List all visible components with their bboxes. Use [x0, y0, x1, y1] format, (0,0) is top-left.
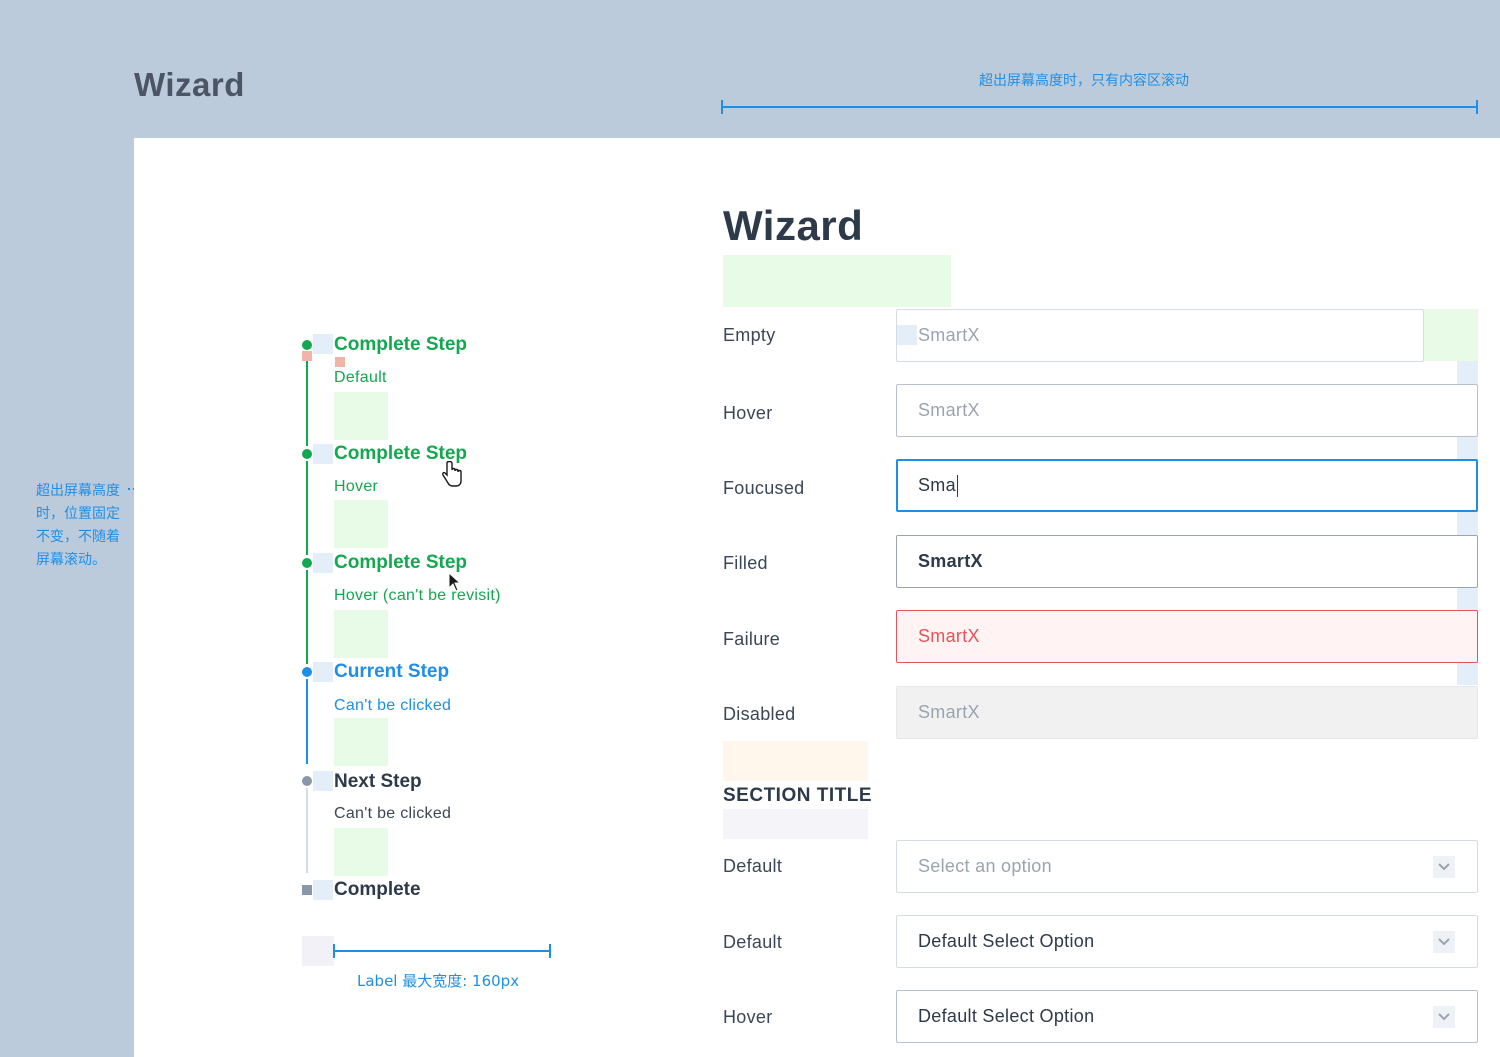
- spacing-marker: [335, 357, 345, 367]
- spacing-marker: [302, 351, 312, 361]
- input-label-focused: Foucused: [723, 478, 805, 498]
- step-next-dot-icon: [302, 776, 312, 786]
- fixed-position-annotation: 超出屏幕高度时，位置固定不变，不随着屏幕滚动。: [36, 483, 120, 568]
- spacing-marker: [1424, 309, 1478, 361]
- spacing-marker: [313, 444, 333, 464]
- step-connector: [306, 788, 308, 873]
- step-1-title[interactable]: Complete Step: [334, 334, 467, 356]
- annotation-tick-left: [721, 100, 723, 114]
- spacing-marker: [313, 880, 333, 900]
- spacing-marker: [334, 500, 388, 548]
- step-connector: [306, 570, 308, 664]
- select-label-default: Default: [723, 856, 783, 876]
- spacing-marker: [313, 771, 333, 791]
- step-4-state: Can't be clicked: [334, 697, 452, 714]
- form-heading: Wizard: [723, 202, 864, 249]
- select-value: Select an option: [918, 856, 1052, 876]
- step-5-state: Can't be clicked: [334, 805, 452, 822]
- input-label-failure: Failure: [723, 629, 781, 649]
- scroll-annotation: 超出屏幕高度时，只有内容区滚动: [979, 73, 1189, 89]
- label-width-tick-right: [549, 944, 551, 958]
- spacing-marker: [313, 553, 333, 573]
- input-label-hover: Hover: [723, 403, 773, 423]
- select-value: Default Select Option: [918, 1006, 1095, 1026]
- step-complete-dot-icon: [302, 558, 312, 568]
- step-current-dot-icon: [302, 667, 312, 677]
- label-width-tick-left: [333, 944, 335, 958]
- annotation-tick-right: [1476, 100, 1478, 114]
- hand-cursor-icon: [442, 461, 462, 487]
- section-title: SECTION TITLE: [723, 785, 872, 806]
- select-placeholder[interactable]: Select an option: [896, 840, 1478, 893]
- step-final-square-icon: [302, 885, 312, 895]
- step-3-state: Hover (can't be revisit): [334, 587, 501, 604]
- step-connector: [306, 461, 308, 555]
- spacing-marker: [723, 741, 868, 781]
- select-label-default-filled: Default: [723, 932, 783, 952]
- step-complete-dot-icon: [302, 340, 312, 350]
- select-value: Default Select Option: [918, 931, 1095, 951]
- spacing-marker: [334, 718, 388, 766]
- step-connector: [306, 361, 308, 446]
- step-2-state: Hover: [334, 478, 379, 495]
- arrow-cursor-icon: [448, 572, 462, 592]
- text-input-disabled: SmartX: [896, 686, 1478, 739]
- focused-input-value: Sma: [918, 475, 956, 495]
- label-width-line: [334, 950, 550, 952]
- select-default[interactable]: Default Select Option: [896, 915, 1478, 968]
- text-input-focused[interactable]: Sma: [896, 459, 1478, 512]
- spacing-marker: [897, 325, 917, 345]
- spacing-marker: [313, 334, 333, 354]
- label-width-annotation: Label 最大宽度: 160px: [357, 972, 520, 990]
- spacing-marker: [723, 809, 868, 839]
- step-connector: [306, 679, 308, 764]
- spacing-marker: [302, 936, 334, 966]
- step-1-state: Default: [334, 369, 387, 386]
- spacing-marker: [723, 255, 951, 307]
- text-input-empty[interactable]: SmartX: [896, 309, 1424, 362]
- text-input-failure[interactable]: SmartX: [896, 610, 1478, 663]
- text-input-hover[interactable]: SmartX: [896, 384, 1478, 437]
- spacing-marker: [334, 828, 388, 876]
- spacing-marker: [313, 662, 333, 682]
- step-4-title: Current Step: [334, 661, 450, 682]
- annotation-width-line: [721, 106, 1478, 108]
- step-5-title: Next Step: [334, 771, 422, 792]
- select-hover[interactable]: Default Select Option: [896, 990, 1478, 1043]
- chevron-down-icon: [1433, 855, 1455, 878]
- chevron-down-icon: [1433, 1005, 1455, 1028]
- step-complete-dot-icon: [302, 449, 312, 459]
- step-3-title[interactable]: Complete Step: [334, 552, 467, 574]
- text-input-filled[interactable]: SmartX: [896, 535, 1478, 588]
- text-caret: [956, 475, 958, 498]
- chevron-down-icon: [1433, 930, 1455, 953]
- select-label-hover: Hover: [723, 1007, 773, 1027]
- input-label-disabled: Disabled: [723, 704, 796, 724]
- page-title: Wizard: [134, 66, 245, 103]
- step-6-title: Complete: [334, 879, 421, 900]
- input-label-empty: Empty: [723, 325, 776, 345]
- spacing-marker: [334, 392, 388, 440]
- input-label-filled: Filled: [723, 553, 768, 573]
- spacing-marker: [334, 610, 388, 658]
